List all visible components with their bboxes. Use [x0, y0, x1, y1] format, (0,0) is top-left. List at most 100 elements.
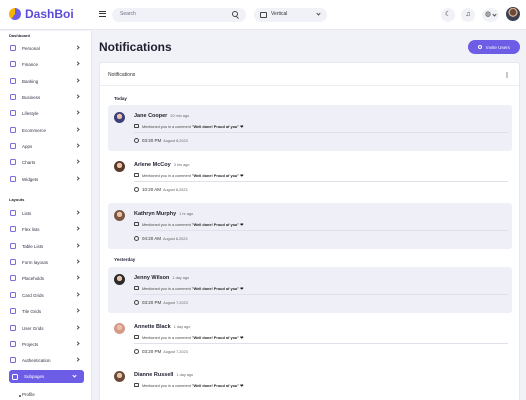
notification-timestamp: 04:20 AM August 8,2023: [142, 236, 188, 241]
divider: [134, 230, 508, 231]
notification-item[interactable]: Kathryn Murphy 1 hr ago Mentioned you in a…: [108, 203, 512, 249]
sidebar-item-authentication[interactable]: Authentication: [10, 355, 84, 365]
sidebar-item-label: Form layouts: [22, 259, 49, 265]
sidebar-item-subpages[interactable]: Subpages: [9, 370, 84, 383]
sidebar-item-label: Card Grids: [22, 292, 44, 298]
message-text: Mentioned you in a comment: [142, 125, 191, 129]
sidebar-item-user-grids[interactable]: User Grids: [10, 323, 84, 333]
sidebar-item-card-grids[interactable]: Card Grids: [10, 290, 84, 300]
chevron-right-icon: [75, 159, 80, 164]
chevron-right-icon: [75, 325, 80, 330]
notification-item[interactable]: Jane Cooper 20 min ago Mentioned you in a …: [108, 105, 512, 151]
nav-item-icon: [10, 275, 16, 281]
globe-icon[interactable]: ◍: [482, 8, 499, 22]
sidebar-item-widgets[interactable]: Widgets: [10, 174, 84, 184]
sidebar-item-lists[interactable]: Lists: [10, 208, 84, 218]
notification-message: Mentioned you in a comment "Well done! P…: [142, 335, 243, 340]
chevron-right-icon: [75, 78, 80, 83]
nav-item-icon: [10, 341, 16, 347]
message-text: Mentioned you in a comment: [142, 384, 191, 388]
sidebar-item-tile-grids[interactable]: Tile Grids: [10, 306, 84, 316]
sidebar-item-flex-lists[interactable]: Flex lists: [10, 224, 84, 234]
sidebar-item-label: User Grids: [22, 325, 44, 331]
notification-message: Mentioned you in a comment "Well done! P…: [142, 286, 243, 291]
chevron-right-icon: [75, 357, 80, 362]
search-input[interactable]: Search: [112, 8, 246, 22]
menu-icon[interactable]: [99, 11, 106, 17]
notification-ago: 1 day ago: [172, 276, 190, 280]
nav-item-icon: [10, 357, 16, 363]
notification-name: Arlene McCoy 3 hrs ago: [134, 162, 190, 168]
invite-users-label: Invite Users: [486, 44, 510, 50]
nav-item-icon: [10, 143, 16, 149]
sidebar-item-form-layouts[interactable]: Form layouts: [10, 257, 84, 267]
sidebar-item-charts[interactable]: Charts: [10, 157, 84, 167]
notification-item[interactable]: Annette Black 1 day ago Mentioned you in a…: [108, 316, 512, 362]
notification-time: 03:20 PM: [142, 300, 162, 305]
sidebar-item-banking[interactable]: Banking: [10, 76, 84, 86]
user-name: Arlene McCoy: [134, 162, 171, 168]
group-label-today: Today: [114, 96, 127, 101]
notification-date: August 8,2023: [163, 237, 188, 241]
divider: [134, 132, 508, 133]
sidebar-item-table-lists[interactable]: Table Lists: [10, 241, 84, 251]
user-name: Jenny Wilson: [134, 275, 170, 281]
notification-name: Annette Black 1 day ago: [134, 324, 190, 330]
nav-item-icon: [10, 78, 16, 84]
page-title: Notifications: [99, 40, 172, 54]
message-quote: "Well done! Proud of you" ❤: [191, 125, 244, 129]
chevron-down-icon: [492, 12, 497, 17]
nav-item-icon: [10, 94, 16, 100]
sidebar-item-label: Flex lists: [22, 226, 40, 232]
user-name: Annette Black: [134, 324, 171, 330]
nav-item-icon: [10, 45, 16, 51]
sidebar-item-label: Charts: [22, 159, 36, 165]
notification-name: Jane Cooper 20 min ago: [134, 113, 189, 119]
chevron-right-icon: [75, 341, 80, 346]
moon-icon[interactable]: ☾: [441, 8, 455, 22]
message-icon: [134, 222, 139, 226]
avatar[interactable]: [506, 7, 520, 21]
chevron-right-icon: [75, 127, 80, 132]
notification-item[interactable]: Jenny Wilson 1 day ago Mentioned you in a …: [108, 267, 512, 313]
message-text: Mentioned you in a comment: [142, 174, 191, 178]
user-add-icon: [478, 45, 483, 49]
layout-select[interactable]: Vertical: [254, 8, 327, 22]
message-quote: "Well done! Proud of you" ❤: [191, 223, 244, 227]
nav-item-icon: [10, 61, 16, 67]
notification-name: Jenny Wilson 1 day ago: [134, 275, 189, 281]
nav-item-icon: [10, 325, 16, 331]
notification-ago: 3 hrs ago: [173, 163, 190, 167]
sidebar-item-lifestyle[interactable]: Lifestyle: [10, 108, 84, 118]
logo[interactable]: DashBoi: [9, 7, 74, 21]
sidebar-item-placeholds[interactable]: Placeholds: [10, 273, 84, 283]
sidebar-item-personal[interactable]: Personal: [10, 43, 84, 53]
message-text: Mentioned you in a comment: [142, 223, 191, 227]
sidebar-item-ecommerce[interactable]: Ecommerce: [10, 125, 84, 135]
chevron-right-icon: [75, 226, 80, 231]
sidebar-item-business[interactable]: Business: [10, 92, 84, 102]
message-icon: [134, 124, 139, 128]
notification-item[interactable]: Dianne Russell 1 day ago Mentioned you in …: [108, 364, 512, 400]
invite-users-button[interactable]: Invite Users: [468, 40, 520, 54]
group-label-yesterday: Yesterday: [114, 257, 136, 262]
avatar: [114, 371, 125, 382]
clock-icon: [134, 300, 139, 305]
message-quote: "Well done! Proud of you" ❤: [191, 384, 244, 388]
message-icon: [134, 173, 139, 177]
layout-icon: [260, 12, 267, 18]
chevron-right-icon: [75, 308, 80, 313]
sidebar-item-finance[interactable]: Finance: [10, 59, 84, 69]
chevron-right-icon: [75, 110, 80, 115]
more-icon[interactable]: [506, 72, 508, 78]
sidebar-item-apps[interactable]: Apps: [10, 141, 84, 151]
chevron-down-icon: [72, 373, 77, 378]
clock-icon: [134, 236, 139, 241]
search-icon[interactable]: [232, 11, 238, 17]
sidebar-subitem[interactable]: Profile: [22, 392, 35, 397]
sidebar-item-projects[interactable]: Projects: [10, 339, 84, 349]
chevron-right-icon: [75, 176, 80, 181]
notification-item[interactable]: Arlene McCoy 3 hrs ago Mentioned you in a …: [108, 154, 512, 200]
bell-icon[interactable]: ♫: [461, 8, 475, 22]
avatar: [114, 323, 125, 334]
